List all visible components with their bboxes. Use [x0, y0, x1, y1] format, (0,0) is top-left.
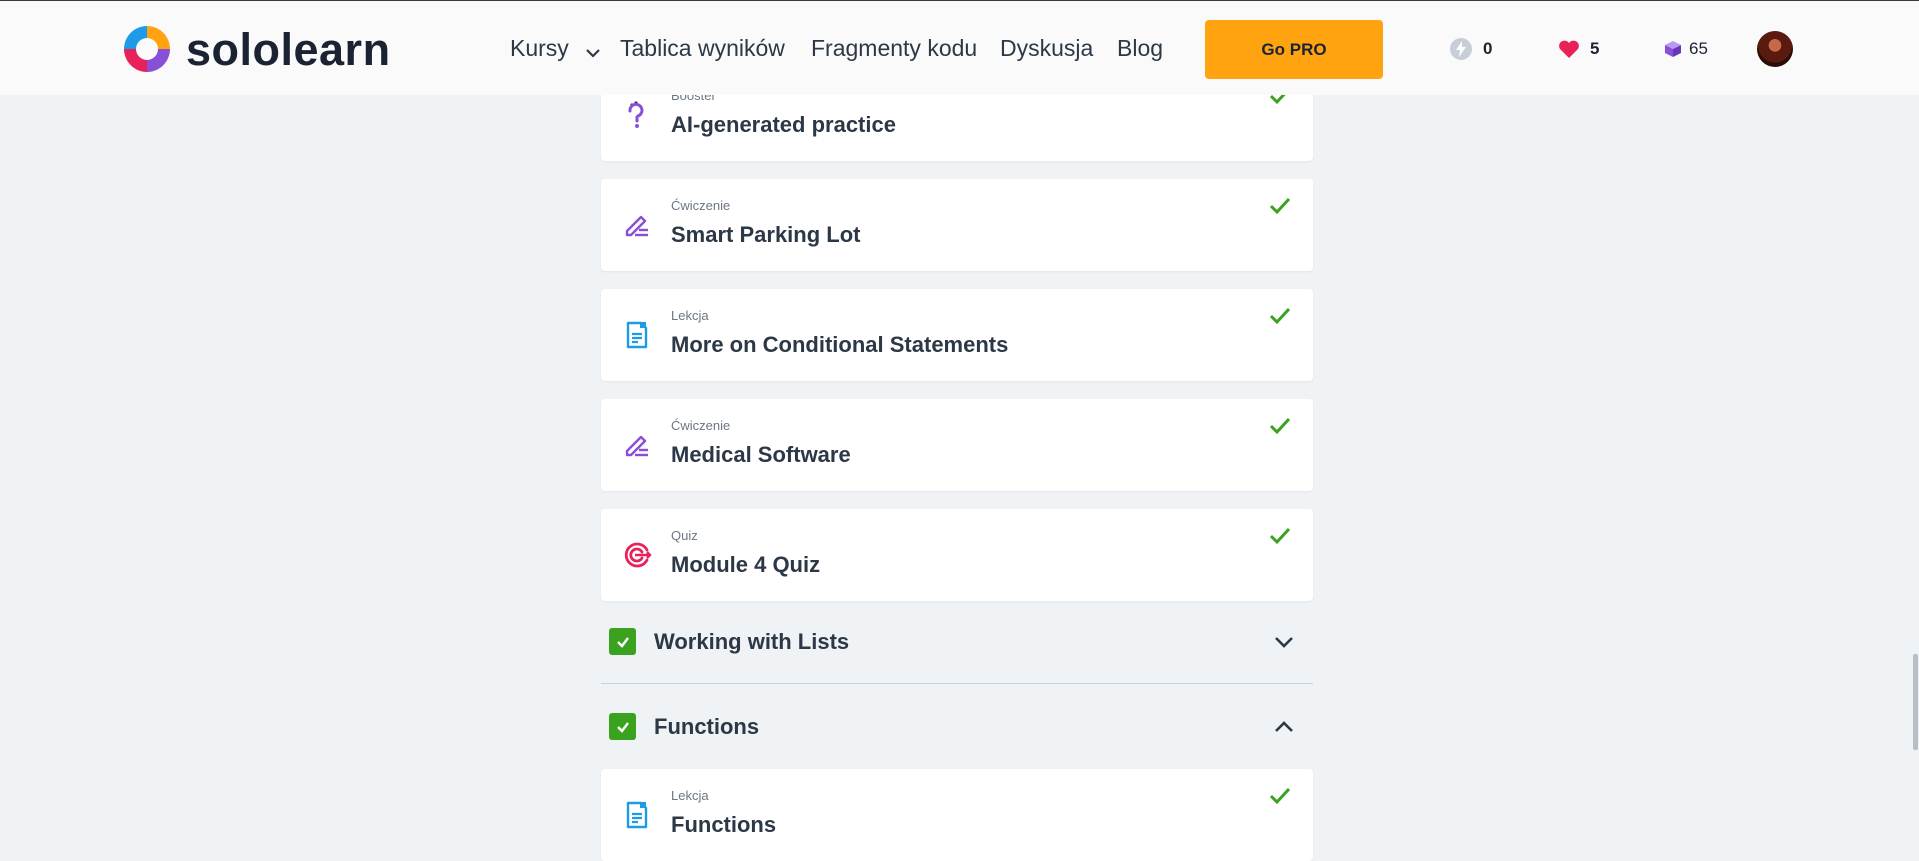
hearts-value: 5 [1590, 39, 1600, 58]
module-divider [601, 683, 1313, 684]
lesson-title: Module 4 Quiz [671, 552, 821, 577]
lesson-title: Medical Software [671, 442, 851, 467]
nav-discuss[interactable]: Dyskusja [1000, 34, 1093, 62]
lesson-type: Ćwiczenie [671, 198, 731, 213]
lesson-type: Ćwiczenie [671, 418, 731, 433]
nav-leaderboard[interactable]: Tablica wyników [620, 34, 785, 62]
go-pro-button[interactable]: Go PRO [1205, 20, 1383, 79]
question-icon [628, 101, 644, 128]
checkmark-icon [1269, 197, 1291, 215]
checkmark-icon [1269, 787, 1291, 805]
checkmark-icon [1269, 527, 1291, 545]
lesson-title: Functions [671, 812, 777, 837]
streak-counter[interactable]: 0 [1449, 35, 1492, 63]
nav-courses-label: Kursy [510, 35, 569, 61]
page-scrollbar[interactable] [1913, 0, 1919, 854]
scrollbar-thumb[interactable] [1913, 654, 1918, 750]
chevron-down-icon [585, 36, 601, 64]
pencil-icon [625, 215, 648, 237]
lesson-card[interactable]: Lekcja Functions [601, 769, 1313, 861]
user-avatar[interactable] [1757, 31, 1793, 67]
hearts-counter[interactable]: 5 [1558, 35, 1599, 63]
lesson-card[interactable]: Lekcja More on Conditional Statements [601, 289, 1313, 381]
top-navbar: sololearn Kursy Tablica wyników Fragment… [0, 0, 1919, 95]
lesson-card[interactable]: Quiz Module 4 Quiz [601, 509, 1313, 601]
sololearn-logo-icon [124, 26, 170, 72]
module-title: Working with Lists [654, 629, 850, 654]
bits-counter[interactable]: 65 [1663, 35, 1708, 63]
completed-checkbox-icon [609, 628, 636, 655]
bits-value: 65 [1689, 39, 1708, 58]
lesson-title: More on Conditional Statements [671, 332, 1009, 357]
module-title: Functions [654, 714, 760, 739]
nav-blog[interactable]: Blog [1117, 34, 1163, 62]
chevron-up-icon[interactable] [1273, 719, 1295, 735]
target-icon [624, 542, 652, 568]
lesson-type: Lekcja [671, 788, 709, 803]
nav-code-playground[interactable]: Fragmenty kodu [811, 34, 977, 62]
cube-icon [1665, 41, 1681, 57]
heart-icon [1559, 40, 1579, 58]
module-row-functions[interactable]: Functions [601, 697, 1313, 757]
module-row-working-with-lists[interactable]: Working with Lists [601, 612, 1313, 672]
chevron-down-icon[interactable] [1273, 634, 1295, 650]
document-icon [626, 801, 648, 829]
completed-checkbox-icon [609, 713, 636, 740]
lesson-card[interactable]: Ćwiczenie Smart Parking Lot [601, 179, 1313, 271]
nav-courses[interactable]: Kursy [510, 34, 601, 64]
logo-text: sololearn [186, 23, 391, 75]
lightning-icon [1450, 38, 1472, 60]
checkmark-icon [1269, 307, 1291, 325]
lesson-title: Smart Parking Lot [671, 222, 861, 247]
checkmark-icon [1269, 417, 1291, 435]
lesson-type: Quiz [671, 528, 698, 543]
lesson-title: AI-generated practice [671, 112, 896, 137]
lesson-type: Lekcja [671, 308, 709, 323]
document-icon [626, 321, 648, 349]
lesson-card[interactable]: Ćwiczenie Medical Software [601, 399, 1313, 491]
streak-value: 0 [1483, 39, 1493, 58]
pencil-icon [625, 435, 648, 457]
sololearn-logo[interactable]: sololearn [120, 21, 391, 77]
